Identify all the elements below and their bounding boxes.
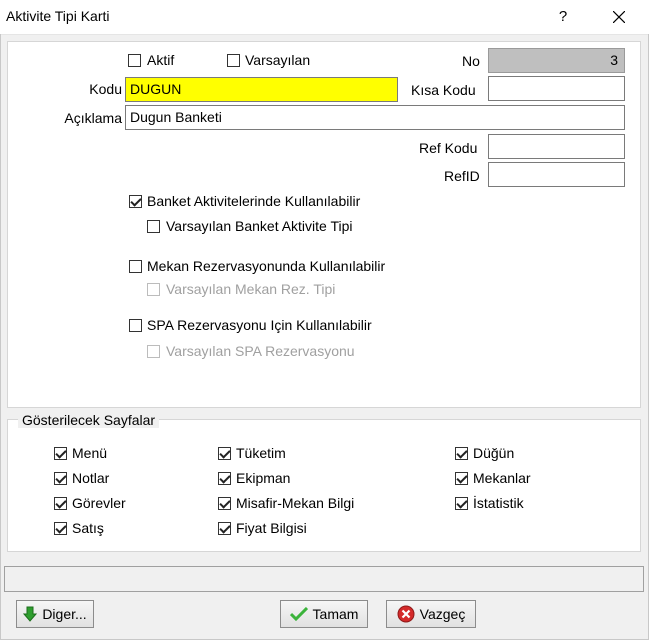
window-title: Aktivite Tipi Karti [6,8,110,24]
diger-button[interactable]: Diger... [16,600,94,628]
ref-kodu-label: Ref Kodu [419,140,478,156]
page-dugun-label: Düğün [473,445,515,461]
varsayilan-checkbox[interactable] [227,54,240,67]
kisa-kodu-label: Kısa Kodu [411,82,476,98]
page-misafir-mekan-label: Misafir-Mekan Bilgi [236,495,355,511]
page-menu-checkbox[interactable] [54,447,67,460]
kodu-input[interactable]: DUGUN [125,77,398,102]
close-button[interactable] [596,0,642,34]
spa-checkbox[interactable] [129,319,142,332]
aciklama-input[interactable]: Dugun Banketi [125,105,625,130]
refid-label: RefID [444,168,480,184]
pages-group-title: Gösterilecek Sayfalar [18,412,160,428]
page-misafir-mekan-checkbox[interactable] [218,497,231,510]
cancel-icon [397,605,415,623]
kisa-kodu-input[interactable] [488,76,625,101]
status-bar [4,566,644,592]
tamam-button[interactable]: Tamam [280,600,368,628]
banket-default-checkbox[interactable] [147,220,160,233]
aktif-checkbox[interactable] [128,54,141,67]
banket-checkbox[interactable] [129,195,142,208]
ref-kodu-input[interactable] [488,134,625,159]
page-mekanlar-checkbox[interactable] [455,472,468,485]
page-notlar-label: Notlar [72,470,110,486]
page-istatistik-checkbox[interactable] [455,497,468,510]
spa-label: SPA Rezervasyonu Için Kullanılabilir [147,317,372,333]
banket-label: Banket Aktivitelerinde Kullanılabilir [147,193,361,209]
page-satis-checkbox[interactable] [54,522,67,535]
page-ekipman-label: Ekipman [236,470,291,486]
tamam-button-label: Tamam [312,606,359,622]
page-gorevler-label: Görevler [72,495,126,511]
page-notlar-checkbox[interactable] [54,472,67,485]
vazgec-button-label: Vazgeç [419,606,466,622]
close-icon [613,11,625,23]
page-fiyat-checkbox[interactable] [218,522,231,535]
page-tuketim-checkbox[interactable] [218,447,231,460]
refid-input[interactable] [488,162,625,187]
no-field: 3 [488,48,625,73]
check-icon [289,607,308,621]
page-istatistik-label: İstatistik [473,495,524,511]
title-bar: Aktivite Tipi Karti ? [0,0,649,35]
mekan-label: Mekan Rezervasyonunda Kullanılabilir [147,258,386,274]
mekan-checkbox[interactable] [129,260,142,273]
aktif-label: Aktif [147,52,175,68]
page-fiyat-label: Fiyat Bilgisi [236,520,307,536]
page-satis-label: Satış [72,520,104,536]
spa-default-label: Varsayılan SPA Rezervasyonu [166,343,355,359]
mekan-default-label: Varsayılan Mekan Rez. Tipi [166,281,336,297]
page-gorevler-checkbox[interactable] [54,497,67,510]
diger-button-label: Diger... [42,606,87,622]
page-mekanlar-label: Mekanlar [473,470,531,486]
varsayilan-label: Varsayılan [245,52,311,68]
page-menu-label: Menü [72,445,108,461]
help-button[interactable]: ? [548,0,578,34]
kodu-label: Kodu [89,81,122,97]
vazgec-button[interactable]: Vazgeç [386,600,476,628]
page-ekipman-checkbox[interactable] [218,472,231,485]
aciklama-label: Açıklama [64,110,122,126]
page-tuketim-label: Tüketim [236,445,286,461]
no-label: No [462,53,480,69]
banket-default-label: Varsayılan Banket Aktivite Tipi [166,218,353,234]
spa-default-checkbox [147,345,160,358]
arrow-down-icon [23,606,38,622]
page-dugun-checkbox[interactable] [455,447,468,460]
mekan-default-checkbox [147,283,160,296]
